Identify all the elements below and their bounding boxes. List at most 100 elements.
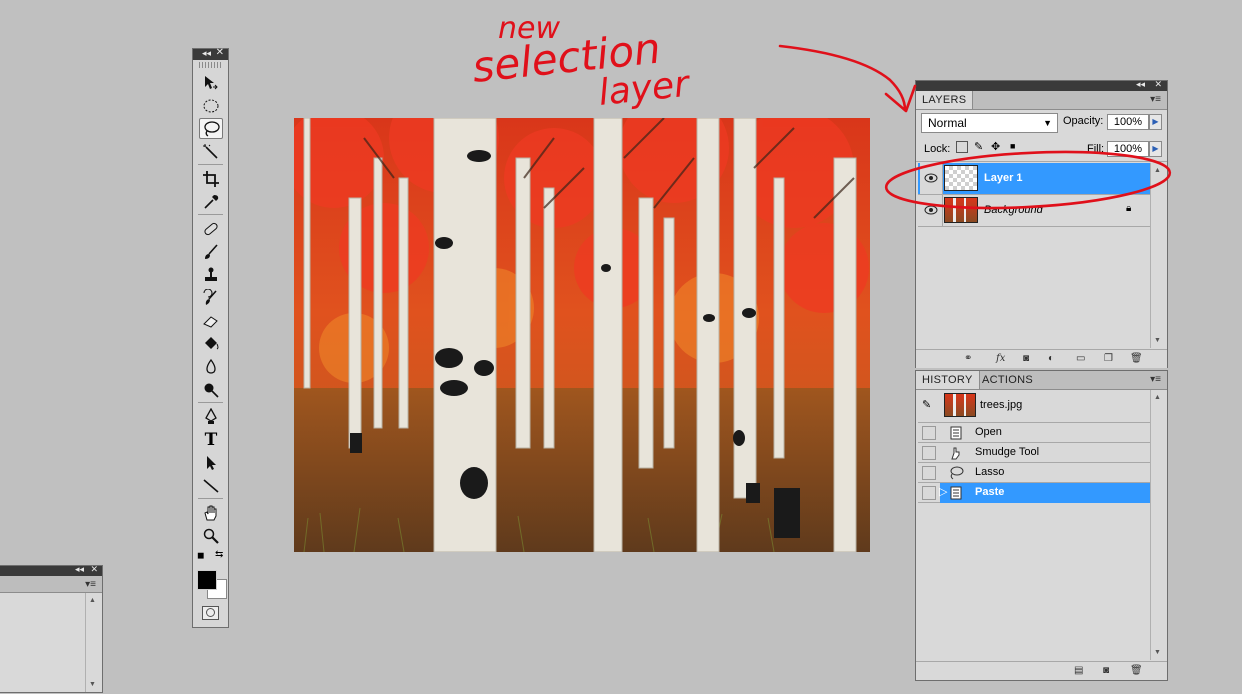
tools-panel-titlebar[interactable]: ◂◂ ✕ [193,47,228,60]
close-icon[interactable]: ✕ [216,47,224,58]
fill-field[interactable]: 100% [1107,141,1149,157]
lock-position-icon[interactable]: ✥ [991,140,1000,153]
add-mask-icon[interactable]: ◙ [1023,353,1029,364]
layers-scrollbar[interactable]: ▲ ▼ [1150,163,1165,348]
layer-row-background[interactable]: Background 🔒︎ [918,195,1150,227]
panel-menu-icon[interactable]: ▾≡ [1150,374,1161,385]
scroll-up-icon[interactable]: ▲ [89,597,96,604]
line-tool-icon [203,478,219,493]
fill-arrow-button[interactable]: ▶ [1149,141,1162,157]
scroll-down-icon[interactable]: ▼ [89,681,96,688]
close-icon[interactable]: ✕ [90,564,98,575]
history-state-open[interactable]: Open [918,423,1150,443]
default-colors-icon[interactable]: ◼ [197,550,204,561]
opacity-field[interactable]: 100% [1107,114,1149,130]
blend-mode-dropdown[interactable]: Normal ▼ [921,113,1058,133]
move-tool-button[interactable] [199,72,223,93]
new-document-from-state-icon[interactable]: ▤ [1074,665,1083,676]
magic-wand-button[interactable] [199,141,223,162]
swap-colors-icon[interactable]: ⇆ [215,549,223,560]
history-state-name: Open [975,426,1002,438]
side-panel-scrollbar[interactable]: ▲ ▼ [85,593,100,692]
history-checkbox[interactable] [922,426,936,440]
close-icon[interactable]: ✕ [1154,79,1162,90]
eraser-tool-button[interactable] [199,310,223,331]
visibility-eye-icon[interactable] [920,163,943,194]
layer-row-layer-1[interactable]: Layer 1 [918,163,1150,195]
link-layers-icon[interactable]: ⚭ [964,353,972,364]
collapse-icon[interactable]: ◂◂ [202,48,211,59]
foreground-color-swatch[interactable] [197,570,217,590]
open-document-icon [950,426,962,440]
collapsed-side-panel: ◂◂ ✕ ▾≡ ▲ ▼ [0,564,103,693]
history-state-paste[interactable]: ▷ Paste [918,483,1150,503]
history-brush-source-icon[interactable]: ✎ [922,398,931,411]
visibility-eye-icon[interactable] [920,195,943,226]
path-selection-button[interactable] [199,452,223,473]
crop-tool-button[interactable] [199,168,223,189]
history-snapshot-row[interactable]: ✎ trees.jpg [918,390,1150,423]
line-tool-button[interactable] [199,475,223,496]
eyedropper-button[interactable] [199,191,223,212]
move-tool-icon [205,75,218,89]
scroll-up-icon[interactable]: ▲ [1154,167,1161,174]
lock-pixels-icon[interactable]: ✎ [974,140,983,153]
brush-tool-button[interactable] [199,241,223,262]
history-checkbox[interactable] [922,446,936,460]
collapse-icon[interactable]: ◂◂ [1136,79,1145,90]
history-state-pointer-icon: ▷ [939,486,948,498]
hand-tool-button[interactable] [199,502,223,523]
new-group-icon[interactable]: ▭ [1076,353,1085,364]
tab-layers[interactable]: LAYERS [916,91,974,109]
scroll-down-icon[interactable]: ▼ [1154,337,1161,344]
scroll-up-icon[interactable]: ▲ [1154,394,1161,401]
document-canvas-image[interactable] [294,118,870,552]
history-state-lasso[interactable]: Lasso [918,463,1150,483]
tab-actions[interactable]: ACTIONS [976,371,1039,389]
panel-menu-icon[interactable]: ▾≡ [85,579,96,590]
lock-all-icon[interactable]: ■ [1010,141,1015,151]
new-layer-icon[interactable]: ❐ [1104,353,1113,364]
quick-mask-row [193,604,228,624]
clone-stamp-button[interactable] [199,264,223,285]
delete-state-icon[interactable]: 🗑︎ [1130,665,1143,676]
layers-panel-titlebar[interactable]: ◂◂ ✕ [916,79,1167,91]
zoom-tool-icon [203,528,219,544]
history-brush-button[interactable] [199,287,223,308]
chevron-down-icon: ▼ [1043,118,1052,128]
tab-history[interactable]: HISTORY [916,371,980,389]
panel-menu-icon[interactable]: ▾≡ [1150,94,1161,105]
healing-brush-button[interactable] [199,218,223,239]
fill-label: Fill: [1087,143,1105,155]
pen-tool-button[interactable] [199,406,223,427]
scroll-down-icon[interactable]: ▼ [1154,649,1161,656]
elliptical-marquee-button[interactable] [199,95,223,116]
panel-grip[interactable] [199,62,222,68]
zoom-tool-button[interactable] [199,525,223,546]
collapse-icon[interactable]: ◂◂ [75,564,84,575]
adjustment-layer-icon[interactable]: ◐ [1048,353,1054,364]
side-panel-titlebar[interactable]: ◂◂ ✕ [0,564,102,576]
history-tab-row: HISTORY ACTIONS ▾≡ [916,371,1167,390]
paint-bucket-button[interactable] [199,333,223,354]
lasso-icon [950,466,964,480]
lasso-tool-button[interactable] [199,118,223,139]
color-swatches [193,570,228,604]
annotation-line-3: layer [597,64,693,114]
annotation-arrow [778,44,907,112]
type-tool-button[interactable]: T [199,429,223,450]
quick-mask-button[interactable] [202,606,219,620]
opacity-arrow-button[interactable]: ▶ [1149,114,1162,130]
dodge-tool-button[interactable] [199,379,223,400]
lock-transparent-icon[interactable] [956,141,968,153]
clone-stamp-tool-icon [205,267,217,281]
history-checkbox[interactable] [922,486,936,500]
delete-layer-icon[interactable]: 🗑︎ [1130,353,1143,364]
new-snapshot-icon[interactable]: ◙ [1103,665,1109,676]
history-state-smudge-tool[interactable]: Smudge Tool [918,443,1150,463]
blur-tool-button[interactable] [199,356,223,377]
layer-style-fx-icon[interactable]: fx [996,353,1005,364]
history-checkbox[interactable] [922,466,936,480]
history-scrollbar[interactable]: ▲ ▼ [1150,390,1165,660]
healing-brush-tool-icon [204,222,218,235]
